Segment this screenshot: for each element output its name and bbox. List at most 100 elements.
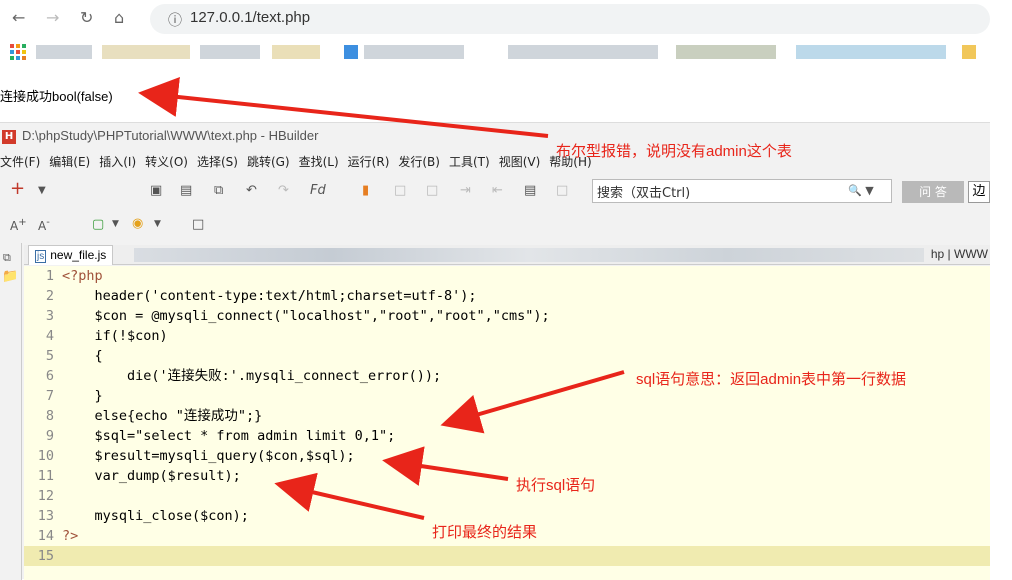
apps-icon[interactable] (10, 44, 26, 60)
code-line[interactable]: 5 { (24, 346, 990, 366)
search-input[interactable]: 搜索（双击Ctrl) (592, 179, 892, 203)
code-line[interactable]: 1 <?php (24, 266, 990, 286)
forward-icon[interactable]: → (46, 8, 59, 28)
menu-run[interactable]: 运行(R) (348, 155, 390, 169)
code-line[interactable]: 10 $result=mysqli_query($con,$sql); (24, 446, 990, 466)
bookmark-item[interactable] (508, 45, 658, 59)
secondary-toolbar: A+ A- ▢ ▼ ◉ ▼ □ (0, 213, 300, 237)
page-output: 连接成功bool(false) (0, 89, 113, 104)
code-text: $con = @mysqli_connect("localhost","root… (62, 308, 550, 324)
info-panel-icon[interactable]: □ (192, 217, 204, 232)
code-line-current[interactable]: 15 (24, 546, 990, 566)
line-number: 4 (45, 328, 54, 344)
indent-icon[interactable]: ⇥ (460, 183, 471, 198)
menu-publish[interactable]: 发行(B) (398, 155, 440, 169)
browser-chrome: ← → ↻ ⌂ ⓘ 127.0.0.1/text.php (0, 0, 1012, 72)
run-browser-icon[interactable]: ▢ (92, 217, 104, 232)
code-text: } (62, 388, 103, 404)
code-line[interactable]: 4 if(!$con) (24, 326, 990, 346)
code-line[interactable]: 3 $con = @mysqli_connect("localhost","ro… (24, 306, 990, 326)
line-number: 13 (37, 508, 54, 524)
window-title: D:\phpStudy\PHPTutorial\WWW\text.php - H… (22, 128, 319, 143)
bookmark-icon[interactable]: ▮ (362, 183, 369, 198)
tab-label: new_file.js (50, 248, 107, 262)
bookmark-prev-icon[interactable]: □ (394, 183, 406, 198)
edge-button[interactable]: 边 (968, 181, 990, 203)
code-text: ?> (62, 528, 79, 544)
comment-icon[interactable]: ▤ (524, 183, 536, 198)
code-line[interactable]: 7 } (24, 386, 990, 406)
annotation-exec-sql: 执行sql语句 (516, 477, 596, 494)
line-number: 9 (45, 428, 54, 444)
code-line[interactable]: 11 var_dump($result); (24, 466, 990, 486)
chevron-down-icon[interactable]: ▼ (154, 219, 161, 229)
annotation-bool-error: 布尔型报错，说明没有admin这个表 (556, 143, 792, 160)
hbuilder-logo-icon: H (2, 130, 16, 144)
undo-icon[interactable]: ↶ (246, 183, 257, 198)
code-text: var_dump($result); (62, 468, 241, 484)
bookmark-item[interactable] (364, 45, 464, 59)
chevron-down-icon[interactable]: ▼ (112, 219, 119, 229)
code-line[interactable]: 9 $sql="select * from admin limit 0,1"; (24, 426, 990, 446)
bookmark-item[interactable] (676, 45, 776, 59)
tab-new-file[interactable]: js new_file.js (28, 245, 114, 265)
reload-icon[interactable]: ↻ (80, 8, 93, 28)
new-icon[interactable]: + (10, 178, 25, 199)
font-increase-icon[interactable]: A+ (10, 217, 27, 233)
code-line[interactable]: 12 (24, 486, 990, 506)
bookmark-item[interactable] (344, 45, 358, 59)
info-icon[interactable]: ⓘ (168, 10, 182, 30)
save-all-icon[interactable]: ▤ (180, 183, 192, 198)
bookmark-item[interactable] (102, 45, 190, 59)
menu-goto[interactable]: 跳转(G) (247, 155, 290, 169)
preview-icon[interactable]: □ (556, 183, 568, 198)
search-icon[interactable]: 🔍 ▼ (848, 184, 874, 197)
tab-path[interactable]: hp | WWW (931, 247, 988, 261)
ask-button[interactable]: 问 答 (902, 181, 964, 203)
line-number: 5 (45, 348, 54, 364)
line-number: 15 (37, 548, 54, 564)
chrome-icon[interactable]: ◉ (132, 216, 143, 231)
home-icon[interactable]: ⌂ (114, 8, 124, 28)
address-text[interactable]: 127.0.0.1/text.php (190, 9, 310, 26)
code-line[interactable]: 2 header('content-type:text/html;charset… (24, 286, 990, 306)
line-number: 1 (45, 268, 54, 284)
copy-icon[interactable]: ⧉ (214, 183, 223, 198)
restore-icon[interactable]: ⧉ (3, 251, 11, 265)
bookmark-item[interactable] (200, 45, 260, 59)
menu-insert[interactable]: 插入(I) (99, 155, 136, 169)
menu-edit[interactable]: 编辑(E) (49, 155, 90, 169)
code-text: else{echo "连接成功";} (62, 408, 263, 424)
bookmarks-bar (0, 40, 1012, 66)
menu-tools[interactable]: 工具(T) (449, 155, 490, 169)
font-decrease-icon[interactable]: A- (38, 217, 50, 233)
menu-view[interactable]: 视图(V) (499, 155, 541, 169)
menu-find[interactable]: 查找(L) (299, 155, 339, 169)
format-icon[interactable]: Fd (310, 183, 326, 198)
annotation-sql-meaning: sql语句意思：返回admin表中第一行数据 (636, 371, 907, 388)
chevron-down-icon[interactable]: ▼ (38, 185, 46, 196)
code-text: mysqli_close($con); (62, 508, 249, 524)
code-text: header('content-type:text/html;charset=u… (62, 288, 477, 304)
folder-icon[interactable]: 📁 (2, 269, 18, 284)
other-tabs[interactable] (134, 248, 924, 262)
address-bar[interactable]: ⓘ 127.0.0.1/text.php (150, 4, 990, 34)
menu-escape[interactable]: 转义(O) (145, 155, 188, 169)
line-number: 10 (37, 448, 54, 464)
redo-icon[interactable]: ↷ (278, 183, 289, 198)
menu-select[interactable]: 选择(S) (197, 155, 238, 169)
code-line[interactable]: 8 else{echo "连接成功";} (24, 406, 990, 426)
code-text: $result=mysqli_query($con,$sql); (62, 448, 355, 464)
bookmark-item[interactable] (796, 45, 946, 59)
menu-file[interactable]: 文件(F) (0, 155, 40, 169)
save-icon[interactable]: ▣ (150, 183, 162, 198)
bookmark-item[interactable] (36, 45, 92, 59)
back-icon[interactable]: ← (12, 8, 25, 28)
outdent-icon[interactable]: ⇤ (492, 183, 503, 198)
bookmark-item[interactable] (272, 45, 320, 59)
line-number: 2 (45, 288, 54, 304)
folder-icon[interactable] (962, 45, 976, 59)
bookmark-next-icon[interactable]: □ (426, 183, 438, 198)
code-text: $sql="select * from admin limit 0,1"; (62, 428, 396, 444)
editor-tab-bar: js new_file.js hp | WWW (24, 245, 990, 265)
